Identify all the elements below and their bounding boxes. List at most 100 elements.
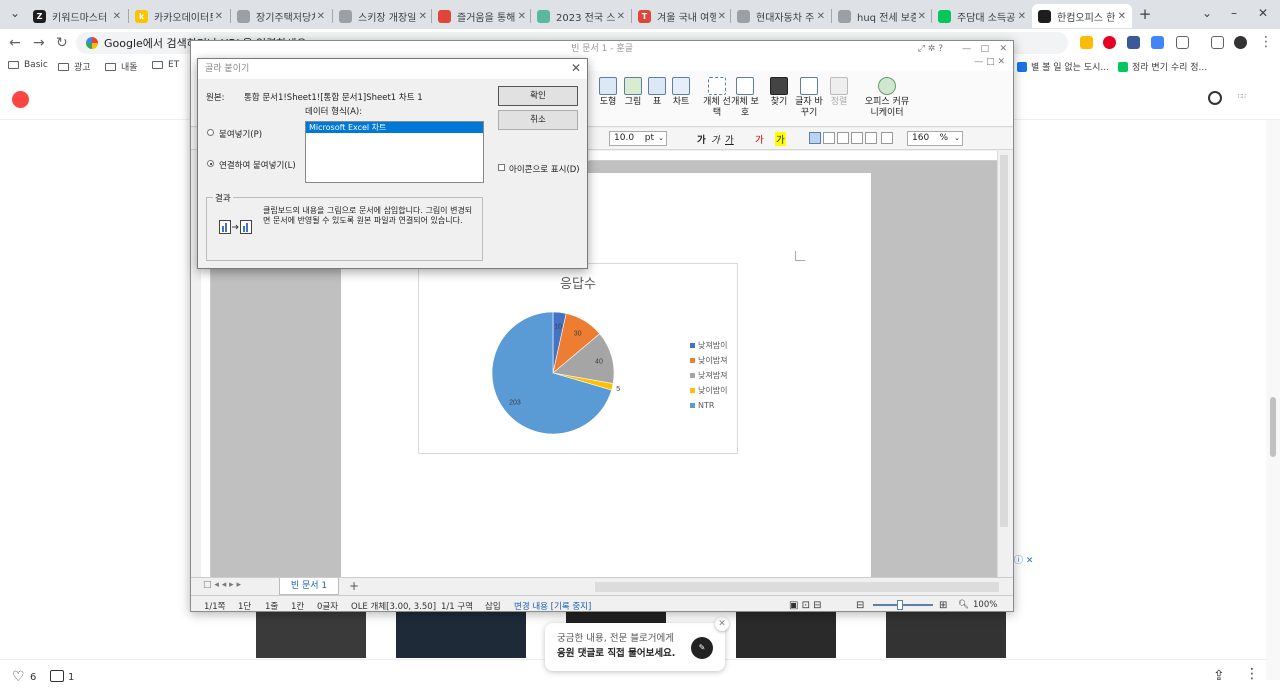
zoom-slider[interactable]: [873, 604, 933, 606]
browser-tab[interactable]: 장기주택저당차 ✕: [231, 4, 331, 28]
ad-product-image[interactable]: [396, 612, 526, 658]
italic-button[interactable]: 가: [711, 132, 720, 146]
ribbon-office-communicator-button[interactable]: 오피스 커뮤니케이터: [863, 77, 911, 119]
format-option-selected[interactable]: Microsoft Excel 차트: [306, 122, 483, 133]
tab-close-icon[interactable]: ✕: [718, 11, 726, 22]
tab-close-icon[interactable]: ✕: [419, 11, 427, 22]
heart-icon[interactable]: ♡: [12, 669, 25, 685]
help-icon[interactable]: ⤢ ✲ ?: [918, 41, 943, 57]
browser-tab[interactable]: 한컴오피스 한 ✕: [1032, 4, 1132, 28]
ad-product-image[interactable]: [886, 612, 1006, 658]
minimize-button[interactable]: –: [1231, 6, 1237, 20]
ribbon-shape-button[interactable]: 도형: [594, 77, 622, 108]
cancel-button[interactable]: 취소: [498, 110, 578, 130]
maximize-button[interactable]: □: [980, 41, 989, 57]
forward-icon[interactable]: →: [33, 35, 45, 51]
tab-close-icon[interactable]: ✕: [617, 11, 625, 22]
ribbon-sort-button[interactable]: 정렬: [825, 77, 853, 108]
tab-close-icon[interactable]: ✕: [817, 11, 825, 22]
close-window-button[interactable]: ✕: [1258, 6, 1268, 20]
bookmark-folder[interactable]: 광고: [58, 60, 91, 73]
bookmark-link[interactable]: 별 볼 일 없는 도시...: [1017, 60, 1109, 73]
minimize-button[interactable]: —: [962, 41, 971, 57]
search-icon[interactable]: 🔍︎: [958, 600, 969, 610]
tab-close-icon[interactable]: ✕: [918, 11, 926, 22]
ribbon-controls[interactable]: — □ ✕: [974, 57, 1005, 67]
ok-button[interactable]: 확인: [498, 86, 578, 106]
align-right-button[interactable]: [851, 132, 863, 144]
align-left-button[interactable]: [823, 132, 835, 144]
tab-nav-icon[interactable]: □ ◂ ◂ ▸ ▸: [203, 580, 241, 590]
browser-tab[interactable]: T 겨울 국내 여행 ✕: [632, 4, 732, 28]
ribbon-replace-button[interactable]: 글자 바꾸기: [795, 77, 823, 119]
bookmark-link[interactable]: 정라 변기 수리 정...: [1118, 60, 1207, 73]
view-mode-icons[interactable]: ▣ ⊡ ⊟: [789, 600, 822, 611]
search-icon[interactable]: [1208, 91, 1222, 105]
browser-tab[interactable]: 2023 전국 스키✕: [531, 4, 631, 28]
comment-icon[interactable]: [50, 670, 64, 682]
browser-tab[interactable]: 현대자동차 주 ✕: [731, 4, 831, 28]
horizontal-scrollbar[interactable]: [595, 582, 999, 592]
document-tab[interactable]: 빈 문서 1: [279, 578, 339, 595]
ribbon-find-button[interactable]: 찾기: [765, 77, 793, 108]
bold-button[interactable]: 가: [697, 132, 706, 146]
align-center-button[interactable]: [837, 132, 849, 144]
font-size-input[interactable]: 10.0 pt ⌄: [609, 131, 667, 146]
avatar[interactable]: [1234, 36, 1247, 49]
browser-tab[interactable]: k 카카오데이터트 ✕: [129, 4, 229, 28]
extension-icon[interactable]: [1151, 36, 1164, 49]
zoom-in-icon[interactable]: ⊞: [939, 600, 947, 611]
tab-close-icon[interactable]: ✕: [317, 11, 325, 22]
status-insert-mode[interactable]: 삽입: [485, 600, 501, 611]
ad-product-image[interactable]: [256, 612, 366, 658]
align-justify-button[interactable]: [809, 132, 821, 144]
share-icon[interactable]: ⇪: [1213, 668, 1225, 684]
paste-link-option-label[interactable]: 연결하여 붙여넣기(L): [219, 159, 296, 171]
highlight-button[interactable]: 가: [775, 132, 786, 146]
align-divide-button[interactable]: [881, 132, 893, 144]
pie-chart-object[interactable]: 응답수 10 30 40 5 203 낮져밤이 낮이밤져 낮져밤져 낮이밤이 NTR: [418, 263, 738, 454]
vertical-scrollbar[interactable]: [997, 151, 1009, 577]
display-as-icon-checkbox[interactable]: [498, 164, 505, 171]
close-icon[interactable]: ✕: [571, 61, 581, 75]
back-icon[interactable]: ←: [9, 35, 21, 51]
status-zoom[interactable]: 100%: [973, 600, 997, 610]
zoom-out-icon[interactable]: ⊟: [856, 600, 864, 611]
pinterest-icon[interactable]: [1103, 36, 1116, 49]
close-icon[interactable]: ✕: [715, 617, 729, 631]
paste-option-label[interactable]: 붙여넣기(P): [219, 128, 262, 140]
browser-tab[interactable]: Z 키워드마스터 ✕: [27, 4, 127, 28]
bookmark-folder[interactable]: ET: [152, 60, 179, 70]
pen-icon[interactable]: ✎: [691, 637, 713, 659]
extension-icon[interactable]: [1127, 36, 1140, 49]
tab-close-icon[interactable]: ✕: [215, 11, 223, 22]
display-as-icon-label[interactable]: 아이콘으로 표시(D): [509, 163, 580, 175]
reload-icon[interactable]: ↻: [56, 35, 68, 51]
ribbon-protect-object-button[interactable]: 개체 보호: [731, 77, 759, 119]
tab-close-icon[interactable]: ✕: [518, 11, 526, 22]
browser-tab[interactable]: 주담대 소득공 ✕: [932, 4, 1032, 28]
paste-link-radio[interactable]: [207, 160, 214, 167]
zoom-input[interactable]: 160% ⌄: [907, 131, 963, 146]
browser-tab[interactable]: 즐거움을 통해 ✕: [432, 4, 532, 28]
zoom-slider-handle[interactable]: [897, 600, 903, 610]
add-document-tab-button[interactable]: +: [349, 579, 359, 593]
blog-comment-prompt[interactable]: 궁금한 내용, 전문 블로거에게 응원 댓글로 직접 물어보세요. ✎ ✕: [545, 617, 729, 671]
ribbon-chart-button[interactable]: 차트: [667, 77, 695, 108]
menu-icon[interactable]: ⋮: [1259, 34, 1273, 50]
font-color-button[interactable]: 가: [755, 132, 764, 146]
adchoices-icon[interactable]: ⓘ ✕: [1014, 553, 1033, 566]
ribbon-select-object-button[interactable]: 개체 선택: [703, 77, 731, 119]
close-button[interactable]: ✕: [999, 41, 1007, 57]
paste-radio[interactable]: [207, 129, 214, 136]
align-distribute-button[interactable]: [865, 132, 877, 144]
more-icon[interactable]: ⋮: [1245, 666, 1259, 682]
scrollbar-thumb[interactable]: [1000, 155, 1008, 527]
puzzle-icon[interactable]: [1176, 36, 1189, 49]
chevron-down-icon[interactable]: ⌄: [1202, 6, 1212, 20]
browser-tab[interactable]: huq 전세 보증 ✕: [832, 4, 932, 28]
menu-dots-icon[interactable]: ∷∷: [1238, 93, 1252, 107]
underline-button[interactable]: 가: [725, 132, 734, 146]
extension-icon[interactable]: [1080, 36, 1093, 49]
tab-close-icon[interactable]: ✕: [113, 11, 121, 22]
